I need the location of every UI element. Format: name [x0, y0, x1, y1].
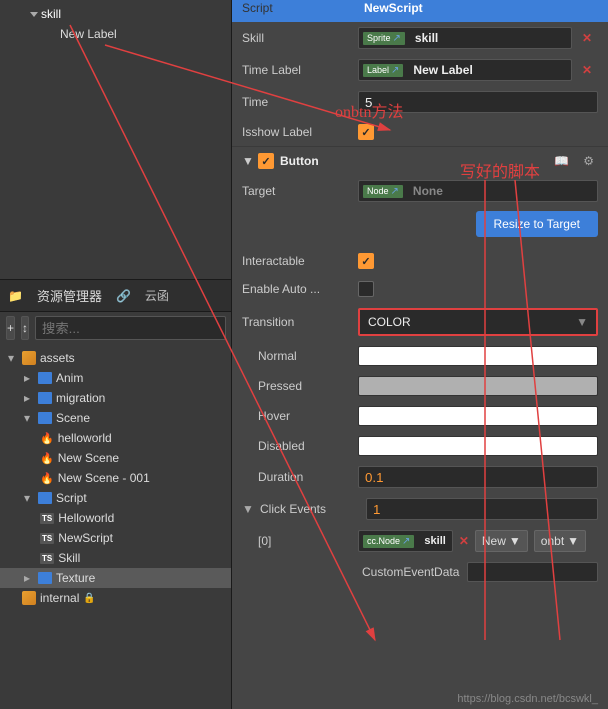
asset-icon — [22, 591, 36, 605]
lock-icon: 🔒 — [83, 593, 95, 604]
prop-label-timelabel: Time Label — [242, 63, 350, 77]
clickevents-input[interactable] — [366, 498, 598, 520]
folder-icon: 📁 — [8, 289, 23, 303]
tree-item-assets[interactable]: ▾assets — [0, 348, 231, 368]
ccnode-tag: cc.Node↗ — [363, 535, 414, 548]
duration-input[interactable] — [358, 466, 598, 488]
transition-select[interactable]: COLOR ▼ — [358, 308, 598, 336]
resize-to-target-button[interactable]: Resize to Target — [476, 211, 599, 237]
fire-icon: 🔥 — [40, 432, 54, 445]
timelabel-ref[interactable]: Label↗ New Label — [358, 59, 572, 81]
clear-event-node-button[interactable]: ✕ — [459, 534, 469, 548]
hover-color[interactable] — [358, 406, 598, 426]
sprite-tag: Sprite↗ — [363, 32, 405, 45]
expand-icon — [30, 12, 38, 17]
external-icon: ↗ — [391, 186, 399, 197]
gear-icon[interactable]: ⚙ — [579, 154, 598, 168]
tree-item-anim[interactable]: ▸Anim — [0, 368, 231, 388]
external-icon: ↗ — [391, 65, 399, 76]
label-tag: Label↗ — [363, 64, 403, 77]
hierarchy-item-skill[interactable]: skill — [0, 4, 231, 24]
folder-icon — [38, 372, 52, 384]
button-title: Button — [280, 154, 544, 168]
tree-item-script[interactable]: ▾Script — [0, 488, 231, 508]
tree-item-script-helloworld[interactable]: TSHelloworld — [0, 508, 231, 528]
prop-label-clickevents: Click Events — [260, 502, 358, 516]
prop-label-customdata: CustomEventData — [242, 565, 459, 579]
event-handler-select[interactable]: onbt▼ — [534, 530, 586, 552]
time-input[interactable] — [358, 91, 598, 113]
ts-icon: TS — [40, 533, 54, 544]
dropdown-icon: ▼ — [567, 534, 579, 548]
asset-tree: ▾assets ▸Anim ▸migration ▾Scene 🔥hellowo… — [0, 344, 231, 612]
button-enabled-checkbox[interactable]: ✓ — [258, 153, 274, 169]
node-tag: Node↗ — [363, 185, 403, 198]
prop-label-duration: Duration — [242, 470, 350, 484]
dropdown-icon: ▼ — [509, 534, 521, 548]
clear-skill-button[interactable]: ✕ — [576, 31, 598, 45]
folder-icon — [38, 492, 52, 504]
fire-icon: 🔥 — [40, 452, 54, 465]
asset-toolbar: + ↕ 🔍 — [0, 312, 231, 344]
ts-icon: TS — [40, 513, 54, 524]
tree-item-internal[interactable]: internal 🔒 — [0, 588, 231, 608]
collapse-icon: ▼ — [242, 154, 252, 168]
search-input[interactable] — [35, 316, 226, 340]
watermark: https://blog.csdn.net/bcswkl_ — [457, 693, 598, 705]
folder-icon — [38, 572, 52, 584]
prop-label-event0: [0] — [242, 534, 350, 548]
prop-label-time: Time — [242, 95, 350, 109]
pressed-color[interactable] — [358, 376, 598, 396]
prop-label-target: Target — [242, 184, 350, 198]
tree-item-helloworld[interactable]: 🔥helloworld — [0, 428, 231, 448]
interactable-checkbox[interactable]: ✓ — [358, 253, 374, 269]
tree-item-migration[interactable]: ▸migration — [0, 388, 231, 408]
collapse-icon[interactable]: ▼ — [242, 502, 252, 516]
tree-item-scene[interactable]: ▾Scene — [0, 408, 231, 428]
tree-item-script-skill[interactable]: TSSkill — [0, 548, 231, 568]
asset-manager-title: 资源管理器 — [37, 286, 102, 305]
external-icon: ↗ — [402, 536, 410, 547]
tree-item-newscene[interactable]: 🔥New Scene — [0, 448, 231, 468]
add-button[interactable]: + — [6, 316, 15, 340]
customdata-input[interactable] — [467, 562, 598, 582]
event-component-select[interactable]: New▼ — [475, 530, 528, 552]
prop-label-script: Script — [242, 1, 350, 15]
tree-item-script-newscript[interactable]: TSNewScript — [0, 528, 231, 548]
dropdown-icon: ▼ — [576, 315, 588, 329]
prop-label-isshow: Isshow Label — [242, 125, 350, 139]
disabled-color[interactable] — [358, 436, 598, 456]
asset-manager-header: 📁 资源管理器 🔗 云函 — [0, 279, 231, 312]
folder-icon — [38, 392, 52, 404]
ts-icon: TS — [40, 553, 54, 564]
prop-label-interactable: Interactable — [242, 254, 350, 268]
tree-item-texture[interactable]: ▸Texture — [0, 568, 231, 588]
external-icon: ↗ — [393, 33, 401, 44]
asset-icon — [22, 351, 36, 365]
prop-label-hover: Hover — [242, 409, 350, 423]
prop-label-enableauto: Enable Auto ... — [242, 282, 350, 296]
prop-label-normal: Normal — [242, 349, 350, 363]
enableauto-checkbox[interactable] — [358, 281, 374, 297]
sort-button[interactable]: ↕ — [21, 316, 29, 340]
prop-label-pressed: Pressed — [242, 379, 350, 393]
skill-ref[interactable]: Sprite↗ skill — [358, 27, 572, 49]
isshow-checkbox[interactable]: ✓ — [358, 124, 374, 140]
event-node-ref[interactable]: cc.Node↗ skill — [358, 530, 453, 552]
script-value[interactable]: NewScript — [358, 1, 598, 15]
fire-icon: 🔥 — [40, 472, 54, 485]
hierarchy-item-newlabel[interactable]: New Label — [0, 24, 231, 44]
folder-icon — [38, 412, 52, 424]
clear-timelabel-button[interactable]: ✕ — [576, 63, 598, 77]
button-section-header[interactable]: ▼ ✓ Button 📖 ⚙ — [232, 146, 608, 175]
prop-label-disabled: Disabled — [242, 439, 350, 453]
target-ref[interactable]: Node↗ None — [358, 180, 598, 202]
tab-cloud[interactable]: 云函 — [145, 287, 169, 304]
normal-color[interactable] — [358, 346, 598, 366]
link-icon[interactable]: 🔗 — [116, 289, 131, 303]
tree-item-newscene001[interactable]: 🔥New Scene - 001 — [0, 468, 231, 488]
help-icon[interactable]: 📖 — [550, 154, 573, 168]
prop-label-transition: Transition — [242, 315, 350, 329]
prop-label-skill: Skill — [242, 31, 350, 45]
